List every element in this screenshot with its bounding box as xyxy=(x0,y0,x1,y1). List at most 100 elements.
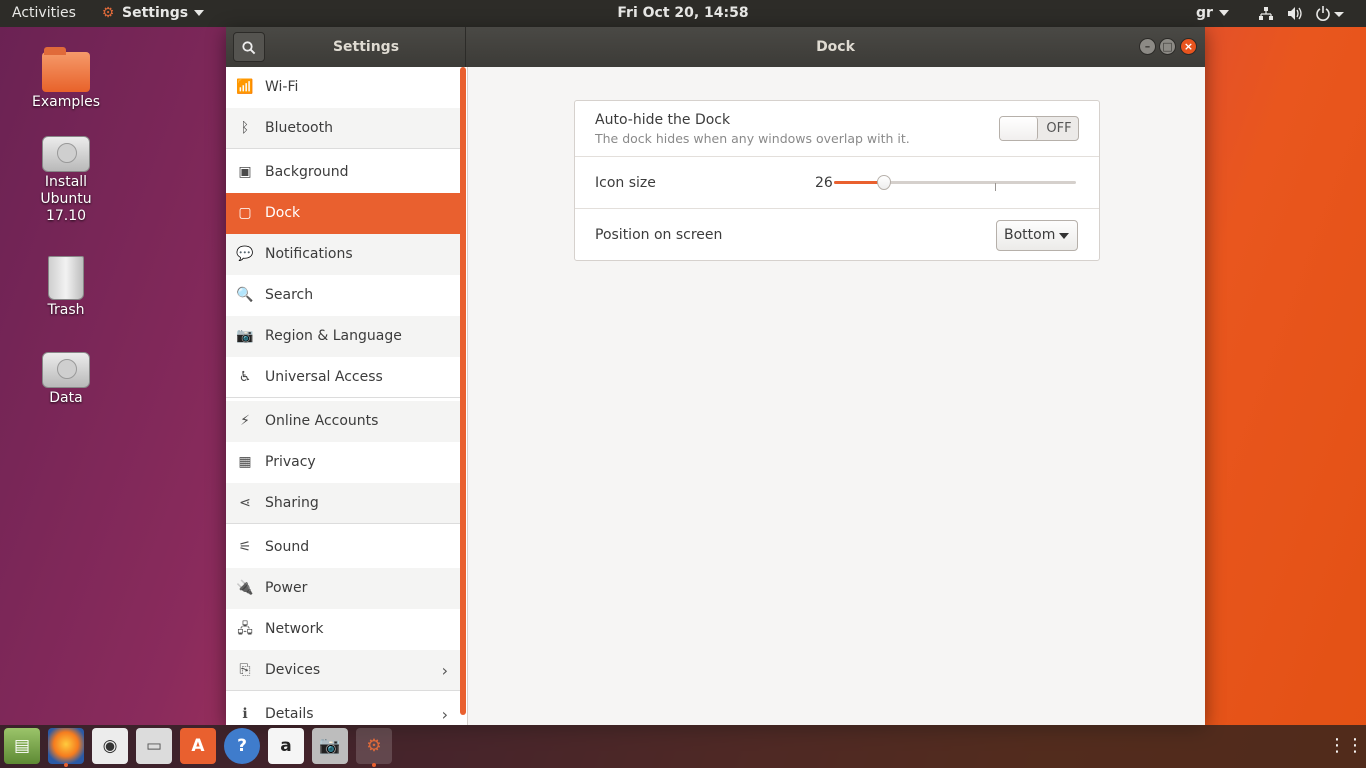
position-row: Position on screen Bottom xyxy=(575,209,1099,261)
minimize-button[interactable]: – xyxy=(1139,38,1156,55)
desktop-icon-data[interactable]: Data xyxy=(18,352,114,406)
network-status-icon[interactable] xyxy=(1258,0,1274,27)
autohide-toggle[interactable]: OFF xyxy=(999,116,1079,141)
trash-icon xyxy=(48,256,84,300)
desktop-icon-install-ubuntu[interactable]: Install Ubuntu 17.10 xyxy=(18,136,114,225)
sidebar-item-dock[interactable]: ▢ Dock xyxy=(226,193,460,234)
icon-size-value: 26 xyxy=(815,175,833,191)
sidebar-item-devices[interactable]: ⎘ Devices › xyxy=(226,650,460,691)
sidebar-header: Settings xyxy=(226,27,466,67)
maximize-button[interactable]: □ xyxy=(1159,38,1176,55)
desktop-icon-trash[interactable]: Trash xyxy=(18,256,114,318)
amazon-icon: a xyxy=(280,736,292,756)
desktop-icon-label: Install Ubuntu 17.10 xyxy=(40,174,92,224)
search-button[interactable] xyxy=(233,32,265,62)
sidebar-item-label: Network xyxy=(265,621,324,637)
amazon-launcher[interactable]: a xyxy=(268,728,304,764)
chevron-down-icon xyxy=(1218,10,1229,16)
app-grid-icon: ⋮⋮⋮ xyxy=(1328,735,1366,756)
settings-gear-icon: ⚙ xyxy=(101,5,115,21)
clock-label[interactable]: Fri Oct 20, 14:58 xyxy=(617,5,748,21)
close-button[interactable]: × xyxy=(1180,38,1197,55)
chevron-down-icon xyxy=(194,10,205,16)
sidebar-scrollbar[interactable] xyxy=(460,67,466,715)
files-app-icon: ▤ xyxy=(13,736,31,756)
desktop-icon-label: Trash xyxy=(47,302,85,318)
sidebar-item-label: Search xyxy=(265,287,314,303)
privacy-icon: ▦ xyxy=(238,454,252,470)
top-bar: Activities ⚙ Settings Fri Oct 20, 14:58 g… xyxy=(0,0,1366,27)
app-menu-label: Settings xyxy=(122,5,189,21)
keyboard-layout-indicator[interactable]: gr xyxy=(1196,0,1229,27)
sidebar-item-label: Online Accounts xyxy=(265,413,379,429)
position-label: Position on screen xyxy=(595,227,723,243)
sidebar-item-label: Sound xyxy=(265,539,310,555)
sidebar-title: Settings xyxy=(332,39,400,55)
clock: Fri Oct 20, 14:58 xyxy=(0,0,1366,27)
sidebar-item-privacy[interactable]: ▦ Privacy xyxy=(226,442,460,483)
sidebar-item-label: Notifications xyxy=(265,246,353,262)
camera-icon: 📷 xyxy=(319,736,341,756)
software-center-launcher[interactable]: A xyxy=(180,728,216,764)
file-manager-icon: ▭ xyxy=(145,736,163,756)
sidebar-item-power[interactable]: 🔌 Power xyxy=(226,568,460,609)
search-icon xyxy=(242,40,256,54)
sidebar-item-network[interactable]: 🖧 Network xyxy=(226,609,460,650)
firefox-launcher[interactable] xyxy=(48,728,84,767)
sidebar-item-sharing[interactable]: ⋖ Sharing xyxy=(226,483,460,524)
power-icon: 🔌 xyxy=(236,580,254,596)
launcher-dock: ▤ ◉ ▭ A ? a 📷 ⚙ ⋮⋮⋮ xyxy=(0,725,1366,768)
close-icon: × xyxy=(1183,40,1194,53)
chevron-right-icon: › xyxy=(441,661,448,680)
sidebar-item-search[interactable]: 🔍 Search xyxy=(226,275,460,316)
dock-icon: ▢ xyxy=(238,205,252,221)
toggle-knob xyxy=(1000,117,1038,140)
autohide-title: Auto-hide the Dock xyxy=(595,112,731,128)
autohide-description: The dock hides when any windows overlap … xyxy=(595,131,910,146)
position-dropdown[interactable]: Bottom xyxy=(996,220,1078,251)
slider-mark xyxy=(995,183,996,191)
sidebar-item-universal-access[interactable]: ♿ Universal Access xyxy=(226,357,460,398)
sidebar-item-wifi[interactable]: 📶 Wi-Fi xyxy=(226,67,460,108)
show-applications-button[interactable]: ⋮⋮⋮ xyxy=(1328,733,1366,759)
sharing-icon: ⋖ xyxy=(239,495,251,511)
online-accounts-icon: ⚡ xyxy=(240,413,250,429)
icon-size-row: Icon size 26 xyxy=(575,157,1099,209)
settings-sidebar: 📶 Wi-Fi ᛒ Bluetooth ▣ Background ▢ Dock 💬 Not… xyxy=(226,67,468,725)
file-manager-launcher[interactable]: ▭ xyxy=(136,728,172,764)
search-icon: 🔍 xyxy=(236,287,254,303)
activities-button[interactable]: Activities xyxy=(12,0,76,27)
settings-launcher[interactable]: ⚙ xyxy=(356,728,392,767)
sidebar-item-bluetooth[interactable]: ᛒ Bluetooth xyxy=(226,108,460,149)
app-menu[interactable]: ⚙ Settings xyxy=(100,0,205,27)
sidebar-item-details[interactable]: ℹ Details › xyxy=(226,694,460,725)
volume-icon[interactable] xyxy=(1286,0,1304,27)
installer-icon xyxy=(42,136,90,172)
dock-settings-card: Auto-hide the Dock The dock hides when a… xyxy=(574,100,1100,261)
dock-settings-panel: Auto-hide the Dock The dock hides when a… xyxy=(468,67,1205,725)
sidebar-item-notifications[interactable]: 💬 Notifications xyxy=(226,234,460,275)
icon-size-slider[interactable] xyxy=(834,175,1076,191)
region-icon: 📷 xyxy=(236,328,254,344)
wifi-icon: 📶 xyxy=(236,79,254,95)
sidebar-item-region-language[interactable]: 📷 Region & Language xyxy=(226,316,460,357)
sidebar-item-background[interactable]: ▣ Background xyxy=(226,152,460,193)
software-center-icon: A xyxy=(191,736,205,756)
help-launcher[interactable]: ? xyxy=(224,728,260,764)
desktop-icon-label: Data xyxy=(49,390,83,406)
sidebar-item-online-accounts[interactable]: ⚡ Online Accounts xyxy=(226,401,460,442)
power-menu-icon[interactable] xyxy=(1315,0,1345,27)
desktop-icon-examples[interactable]: Examples xyxy=(18,47,114,110)
sidebar-item-label: Sharing xyxy=(265,495,319,511)
screenshot-launcher[interactable]: 📷 xyxy=(312,728,348,764)
desktop-icon-label: Examples xyxy=(31,94,101,110)
sidebar-item-label: Wi-Fi xyxy=(265,79,299,95)
sidebar-item-sound[interactable]: ⚟ Sound xyxy=(226,527,460,568)
rhythmbox-icon: ◉ xyxy=(102,736,118,756)
panel-title: Dock xyxy=(816,39,855,55)
files-app-launcher[interactable]: ▤ xyxy=(4,728,40,764)
chevron-right-icon: › xyxy=(441,705,448,724)
slider-handle[interactable] xyxy=(877,175,891,190)
rhythmbox-launcher[interactable]: ◉ xyxy=(92,728,128,764)
title-bar[interactable]: Settings Dock – □ × xyxy=(226,27,1205,67)
